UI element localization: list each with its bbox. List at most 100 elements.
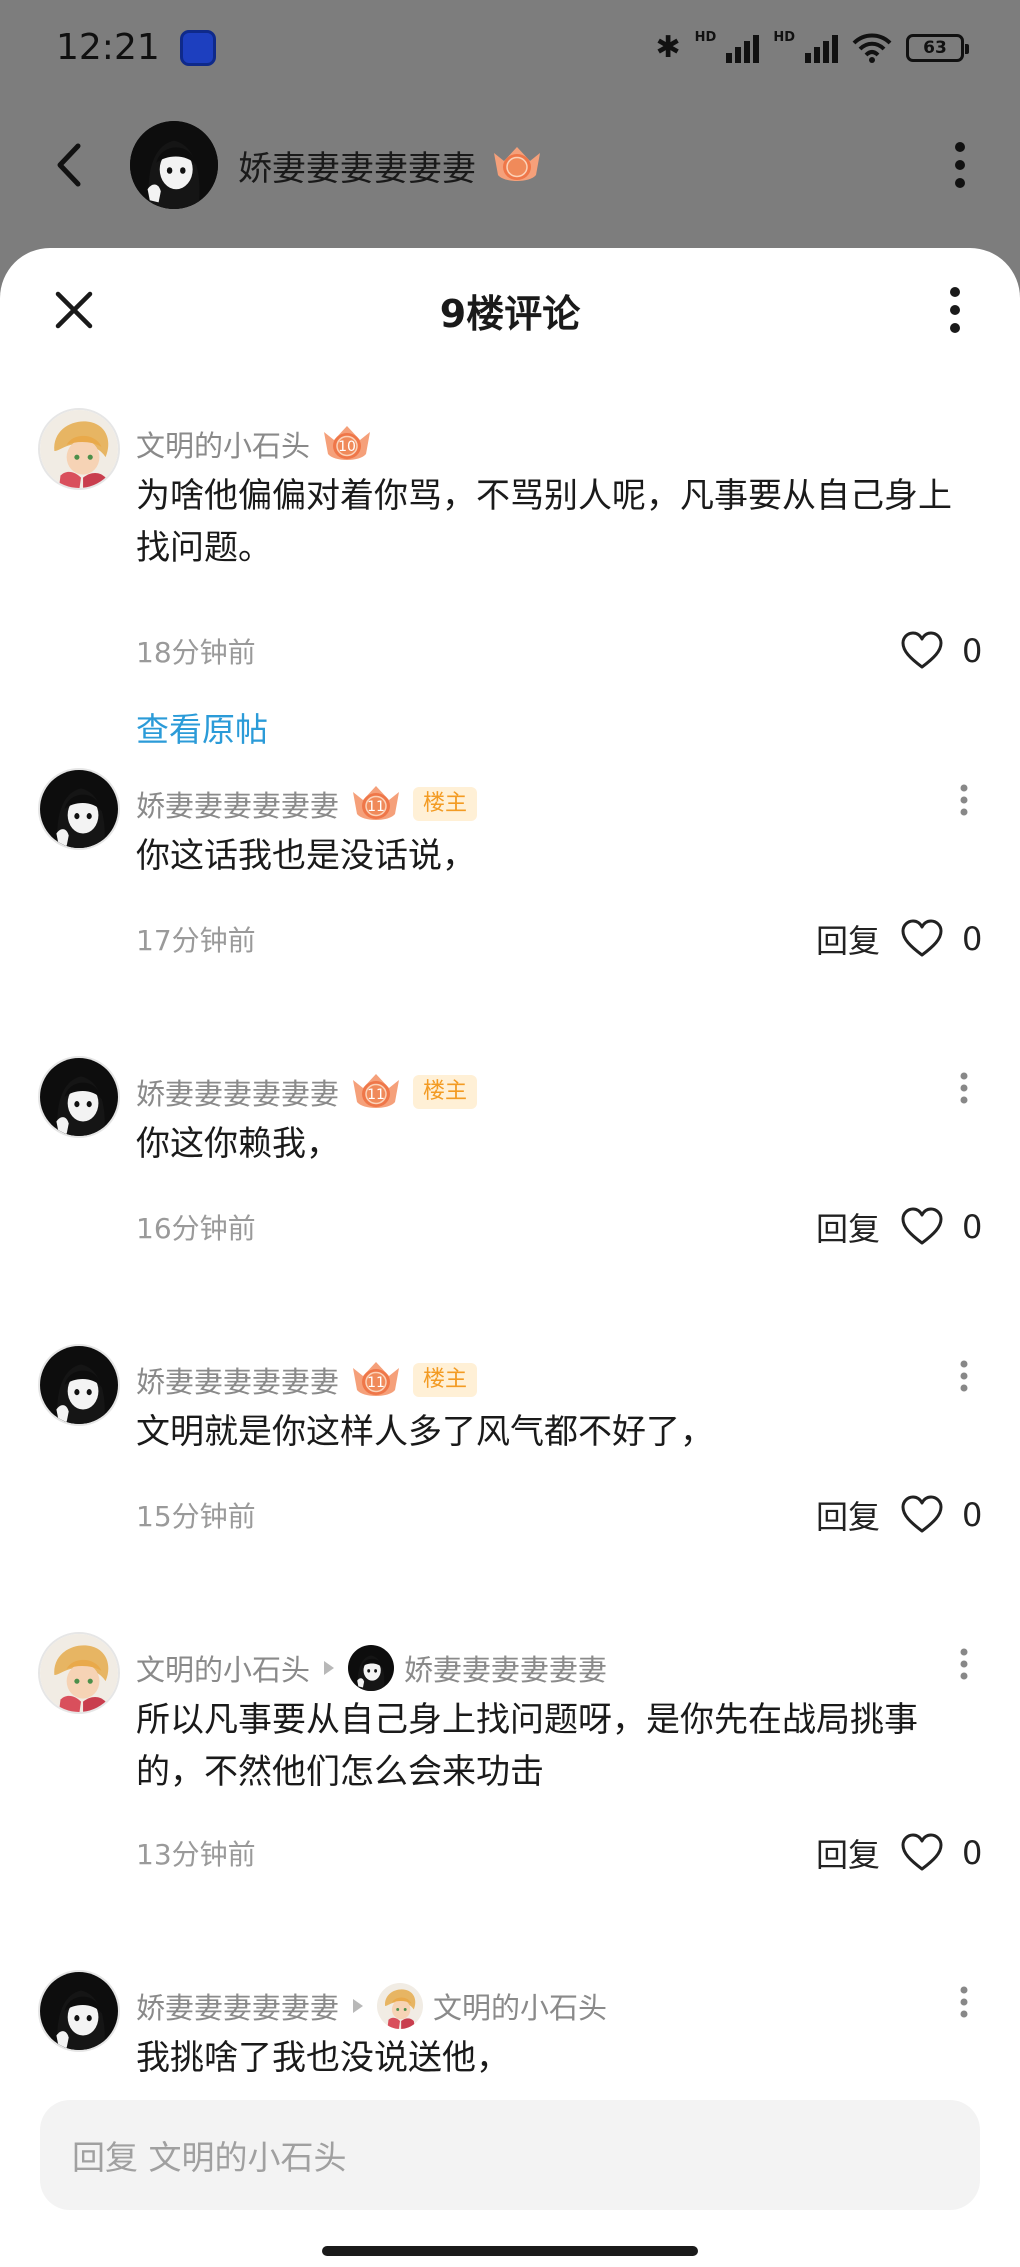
comment-meta: 18分钟前 0 [136, 626, 986, 676]
close-icon[interactable] [54, 290, 94, 330]
like-count: 0 [962, 920, 983, 958]
like-count: 0 [962, 1834, 983, 1872]
comment-text: 所以凡事要从自己身上找问题呀，是你先在战局挑事的，不然他们怎么会来功击 [136, 1700, 918, 1792]
reply-item: 娇妻妻妻妻妻妻 11 楼主 你这你赖我， 16分钟前 回复 0 [0, 1056, 1020, 1316]
comment-time: 16分钟前 [136, 1212, 256, 1245]
reply-button[interactable]: 回复 [816, 916, 880, 962]
comment-sheet: 9楼评论 文明的小石头 10 为啥他偏偏对着你骂，不骂别人呢，凡事要从自己身上找… [0, 248, 1020, 2267]
more-vertical-icon[interactable] [958, 1646, 970, 1682]
svg-text:11: 11 [367, 799, 385, 815]
owner-tag: 楼主 [413, 1363, 478, 1397]
owner-tag: 楼主 [413, 1075, 478, 1109]
svg-text:11: 11 [367, 1375, 385, 1391]
wifi-icon [852, 33, 892, 63]
heart-icon[interactable] [900, 919, 944, 959]
hd-label-2: HD [773, 30, 795, 45]
back-arrow-icon[interactable] [50, 140, 90, 190]
header-username: 娇妻妻妻妻妻妻 [238, 148, 476, 189]
like-count: 0 [962, 1208, 983, 1246]
reply-target-name[interactable]: 文明的小石头 [433, 1985, 607, 2027]
avatar[interactable] [130, 121, 218, 209]
comment-meta: 15分钟前 回复 0 [136, 1490, 986, 1540]
comment-author[interactable]: 娇妻妻妻妻妻妻 [136, 783, 339, 825]
reply-to-arrow-icon [324, 1661, 335, 1675]
reply-button[interactable]: 回复 [816, 1204, 880, 1250]
owner-tag: 楼主 [413, 787, 478, 821]
signal-icon-2 [805, 33, 838, 63]
reply-item: 娇妻妻妻妻妻妻 11 楼主 文明就是你这样人多了风气都不好了， 15分钟前 回复… [0, 1344, 1020, 1604]
avatar[interactable] [38, 1056, 120, 1138]
reply-target-avatar[interactable] [348, 1645, 394, 1691]
comment-text: 你这你赖我， [136, 1124, 340, 1164]
level-badge-icon: 11 [349, 1070, 403, 1114]
level-badge-icon [490, 143, 544, 187]
comment-time: 17分钟前 [136, 924, 256, 957]
more-vertical-icon[interactable] [958, 782, 970, 818]
comment-author-row: 娇妻妻妻妻妻妻 11 楼主 [136, 1358, 478, 1402]
comment-time: 15分钟前 [136, 1500, 256, 1533]
reply-to-arrow-icon [353, 1999, 364, 2013]
level-badge-icon: 11 [349, 782, 403, 826]
more-vertical-icon[interactable] [945, 284, 965, 336]
comment-author-row: 娇妻妻妻妻妻妻 11 楼主 [136, 782, 478, 826]
heart-icon[interactable] [900, 1207, 944, 1247]
comment-text: 为啥他偏偏对着你骂，不骂别人呢，凡事要从自己身上找问题。 [136, 476, 952, 568]
reply-input[interactable]: 回复 文明的小石头 [40, 2100, 980, 2210]
comment-meta: 17分钟前 回复 0 [136, 914, 986, 964]
heart-icon[interactable] [900, 1833, 944, 1873]
avatar[interactable] [38, 408, 120, 490]
avatar[interactable] [38, 1344, 120, 1426]
more-vertical-icon[interactable] [958, 1070, 970, 1106]
reply-target-name[interactable]: 娇妻妻妻妻妻妻 [404, 1647, 607, 1689]
comment-author[interactable]: 文明的小石头 [136, 423, 310, 465]
reply-target-avatar[interactable] [377, 1983, 423, 2029]
status-icons: ✱ HD HD 63 [656, 30, 969, 65]
comment-author-row: 娇妻妻妻妻妻妻 文明的小石头 [136, 1984, 607, 2028]
battery-icon: 63 [906, 33, 969, 62]
home-indicator[interactable] [322, 2246, 698, 2256]
hd-label: HD [694, 30, 717, 45]
reply-button[interactable]: 回复 [816, 1492, 880, 1538]
comment-time: 13分钟前 [136, 1838, 256, 1871]
more-vertical-icon[interactable] [950, 137, 970, 193]
avatar[interactable] [38, 1632, 120, 1714]
heart-icon[interactable] [900, 631, 944, 671]
view-original-post-link[interactable]: 查看原帖 [136, 703, 268, 751]
comment-author[interactable]: 娇妻妻妻妻妻妻 [136, 1359, 339, 1401]
comment-time: 18分钟前 [136, 636, 256, 669]
main-comment: 文明的小石头 10 为啥他偏偏对着你骂，不骂别人呢，凡事要从自己身上找问题。 1… [0, 408, 1020, 788]
sheet-header: 9楼评论 [0, 248, 1020, 373]
reply-button[interactable]: 回复 [816, 1830, 880, 1876]
signal-icon [726, 33, 760, 63]
comment-author-row: 文明的小石头 10 [136, 422, 374, 466]
status-time: 12:21 [56, 27, 160, 68]
comment-author-row: 娇妻妻妻妻妻妻 11 楼主 [136, 1070, 478, 1114]
status-bar: 12:21 ✱ HD HD 63 [0, 0, 1020, 95]
comment-author[interactable]: 文明的小石头 [136, 1647, 310, 1689]
heart-icon[interactable] [900, 1495, 944, 1535]
comment-text: 文明就是你这样人多了风气都不好了， [136, 1412, 714, 1452]
svg-text:10: 10 [338, 439, 356, 455]
level-badge-icon: 10 [320, 422, 374, 466]
more-vertical-icon[interactable] [958, 1984, 970, 2020]
level-badge-icon: 11 [349, 1358, 403, 1402]
avatar[interactable] [38, 768, 120, 850]
reply-item: 娇妻妻妻妻妻妻 文明的小石头 我挑啥了我也没说送他， [0, 1970, 1020, 2100]
reply-item: 娇妻妻妻妻妻妻 11 楼主 你这话我也是没话说， 17分钟前 回复 0 [0, 768, 1020, 1028]
app-notification-icon [179, 29, 216, 66]
reply-item: 文明的小石头 娇妻妻妻妻妻妻 所以凡事要从自己身上找问题呀，是你先在战局挑事的，… [0, 1632, 1020, 1952]
chat-header: 娇妻妻妻妻妻妻 [0, 110, 1020, 220]
svg-text:11: 11 [367, 1087, 385, 1103]
comment-author-row: 文明的小石头 娇妻妻妻妻妻妻 [136, 1646, 607, 1690]
sheet-title: 9楼评论 [439, 292, 581, 336]
avatar[interactable] [38, 1970, 120, 2052]
like-count: 0 [962, 1496, 983, 1534]
comment-meta: 13分钟前 回复 0 [136, 1828, 986, 1878]
comment-author[interactable]: 娇妻妻妻妻妻妻 [136, 1071, 339, 1113]
comment-author[interactable]: 娇妻妻妻妻妻妻 [136, 1985, 339, 2027]
comment-text: 我挑啥了我也没说送他， [136, 2038, 510, 2078]
like-count: 0 [962, 632, 983, 670]
more-vertical-icon[interactable] [958, 1358, 970, 1394]
comment-meta: 16分钟前 回复 0 [136, 1202, 986, 1252]
comment-text: 你这话我也是没话说， [136, 836, 476, 876]
